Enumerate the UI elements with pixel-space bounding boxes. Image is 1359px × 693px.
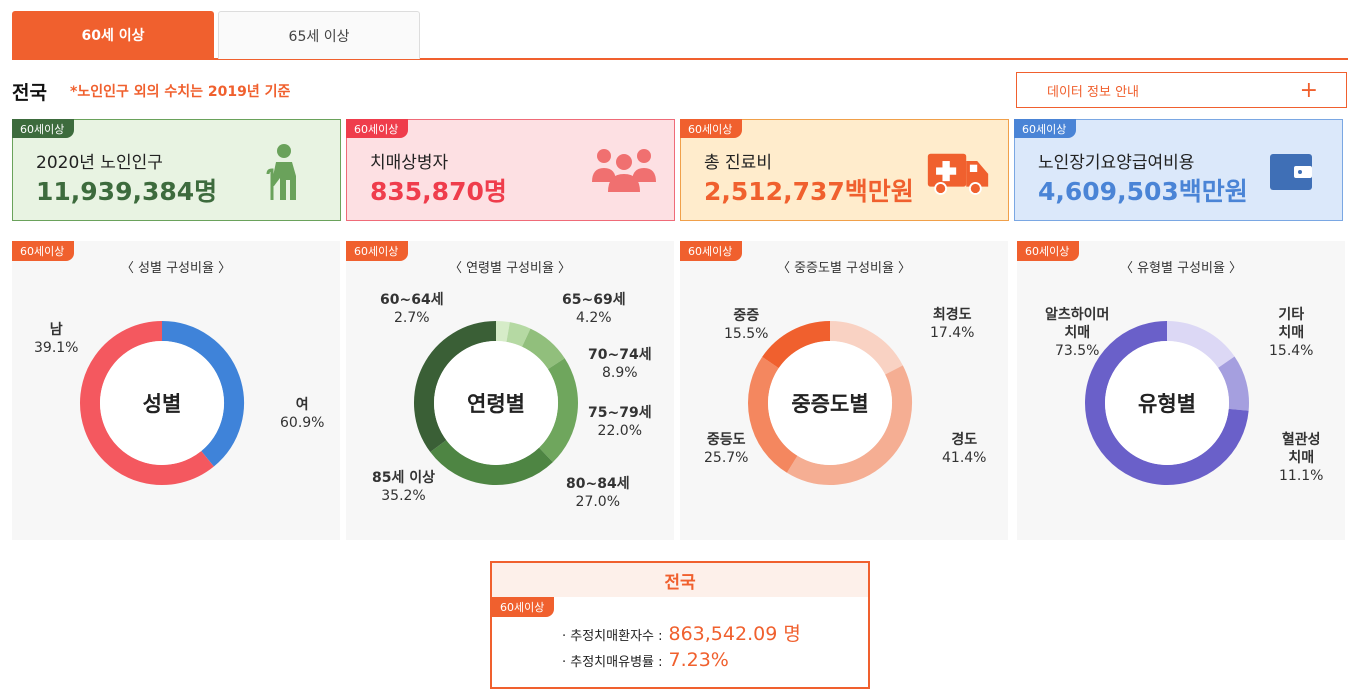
slice-label-60-64: 60~64세 2.7% bbox=[380, 292, 444, 326]
elderly-person-icon bbox=[266, 144, 296, 200]
ambulance-icon bbox=[927, 153, 989, 195]
slice-label-female: 여 60.9% bbox=[280, 397, 325, 431]
plus-icon: + bbox=[1299, 78, 1318, 103]
card-medical-expenses: 60세이상 총 진료비 2,512,737백만원 bbox=[680, 119, 1009, 221]
donut-center-label: 중증도별 bbox=[791, 392, 868, 416]
slice-label-male: 남 39.1% bbox=[34, 322, 79, 356]
slice-label-70-74: 70~74세 8.9% bbox=[588, 347, 652, 381]
card-value: 2,512,737백만원 bbox=[704, 177, 914, 206]
slice-label-85-plus: 85세 이상 35.2% bbox=[372, 470, 435, 504]
card-label: 2020년 노인인구 bbox=[36, 153, 163, 173]
donut-center-label: 연령별 bbox=[467, 392, 525, 416]
slice-label-moderate: 중등도 25.7% bbox=[704, 432, 749, 466]
severity-donut-chart: 중증도별 bbox=[748, 321, 912, 485]
panel-gender: 60세이상 〈 성별 구성비율 〉 성별 남 39.1% 여 60.9% bbox=[12, 241, 340, 540]
summary-row-prevalence: · 추정치매유병률 :7.23% bbox=[562, 649, 729, 671]
data-note: *노인인구 외의 수치는 2019년 기준 bbox=[70, 84, 291, 100]
age-badge: 60세이상 bbox=[12, 119, 75, 138]
slice-label-75-79: 75~79세 22.0% bbox=[588, 405, 652, 439]
card-elderly-population: 60세이상 2020년 노인인구 11,939,384명 bbox=[12, 119, 341, 221]
tab-60-plus[interactable]: 60세 이상 bbox=[12, 11, 214, 59]
summary-value: 863,542.09 명 bbox=[668, 623, 801, 645]
panel-severity: 60세이상 〈 중증도별 구성비율 〉 중증도별 최경도 17.4% 경도 41.4… bbox=[680, 241, 1008, 540]
slice-label-80-84: 80~84세 27.0% bbox=[566, 476, 630, 510]
card-value: 835,870명 bbox=[370, 177, 507, 206]
donut-center-label: 성별 bbox=[143, 392, 182, 416]
summary-value: 7.23% bbox=[668, 649, 729, 671]
card-label: 치매상병자 bbox=[370, 153, 449, 173]
summary-title: 전국 bbox=[492, 563, 868, 597]
age-badge: 60세이상 bbox=[1014, 119, 1077, 138]
region-title: 전국 bbox=[12, 82, 47, 104]
data-info-label: 데이터 정보 안내 bbox=[1047, 84, 1139, 100]
card-label: 노인장기요양급여비용 bbox=[1038, 153, 1195, 173]
wallet-icon bbox=[1270, 154, 1312, 190]
age-badge: 60세이상 bbox=[492, 597, 555, 617]
data-info-button[interactable]: 데이터 정보 안내 + bbox=[1016, 72, 1347, 108]
gender-donut-chart: 성별 bbox=[80, 321, 244, 485]
slice-label-65-69: 65~69세 4.2% bbox=[562, 292, 626, 326]
card-label: 총 진료비 bbox=[704, 153, 772, 173]
age-badge: 60세이상 bbox=[680, 119, 743, 138]
panel-type: 60세이상 〈 유형별 구성비율 〉 유형별 기타 치매 15.4% 혈관성 치매… bbox=[1017, 241, 1345, 540]
tab-bar: 60세 이상 65세 이상 bbox=[12, 11, 1348, 60]
slice-label-mild: 경도 41.4% bbox=[942, 432, 987, 466]
donut-slice[interactable] bbox=[495, 321, 510, 342]
slice-label-other: 기타 치매 15.4% bbox=[1269, 307, 1314, 359]
people-group-icon bbox=[592, 149, 656, 192]
type-donut-chart: 유형별 bbox=[1085, 321, 1249, 485]
slice-label-alzheimer: 알츠하이머 치매 73.5% bbox=[1045, 307, 1110, 359]
donut-slice[interactable] bbox=[506, 322, 531, 347]
card-value: 4,609,503백만원 bbox=[1038, 177, 1248, 206]
slice-label-very-mild: 최경도 17.4% bbox=[930, 307, 975, 341]
national-summary-box: 전국 60세이상 · 추정치매환자수 :863,542.09 명 · 추정치매유… bbox=[490, 561, 870, 689]
card-long-term-care-costs: 60세이상 노인장기요양급여비용 4,609,503백만원 bbox=[1014, 119, 1343, 221]
slice-label-severe: 중증 15.5% bbox=[724, 308, 769, 342]
age-badge: 60세이상 bbox=[346, 119, 409, 138]
card-dementia-patients: 60세이상 치매상병자 835,870명 bbox=[346, 119, 675, 221]
tab-65-plus[interactable]: 65세 이상 bbox=[218, 11, 420, 59]
panel-age: 60세이상 〈 연령별 구성비율 〉 연령별 60~64세 2.7% 65~69세… bbox=[346, 241, 674, 540]
summary-row-patients: · 추정치매환자수 :863,542.09 명 bbox=[562, 623, 801, 645]
slice-label-vascular: 혈관성 치매 11.1% bbox=[1279, 432, 1324, 484]
donut-center-label: 유형별 bbox=[1138, 392, 1196, 416]
card-value: 11,939,384명 bbox=[36, 177, 218, 206]
